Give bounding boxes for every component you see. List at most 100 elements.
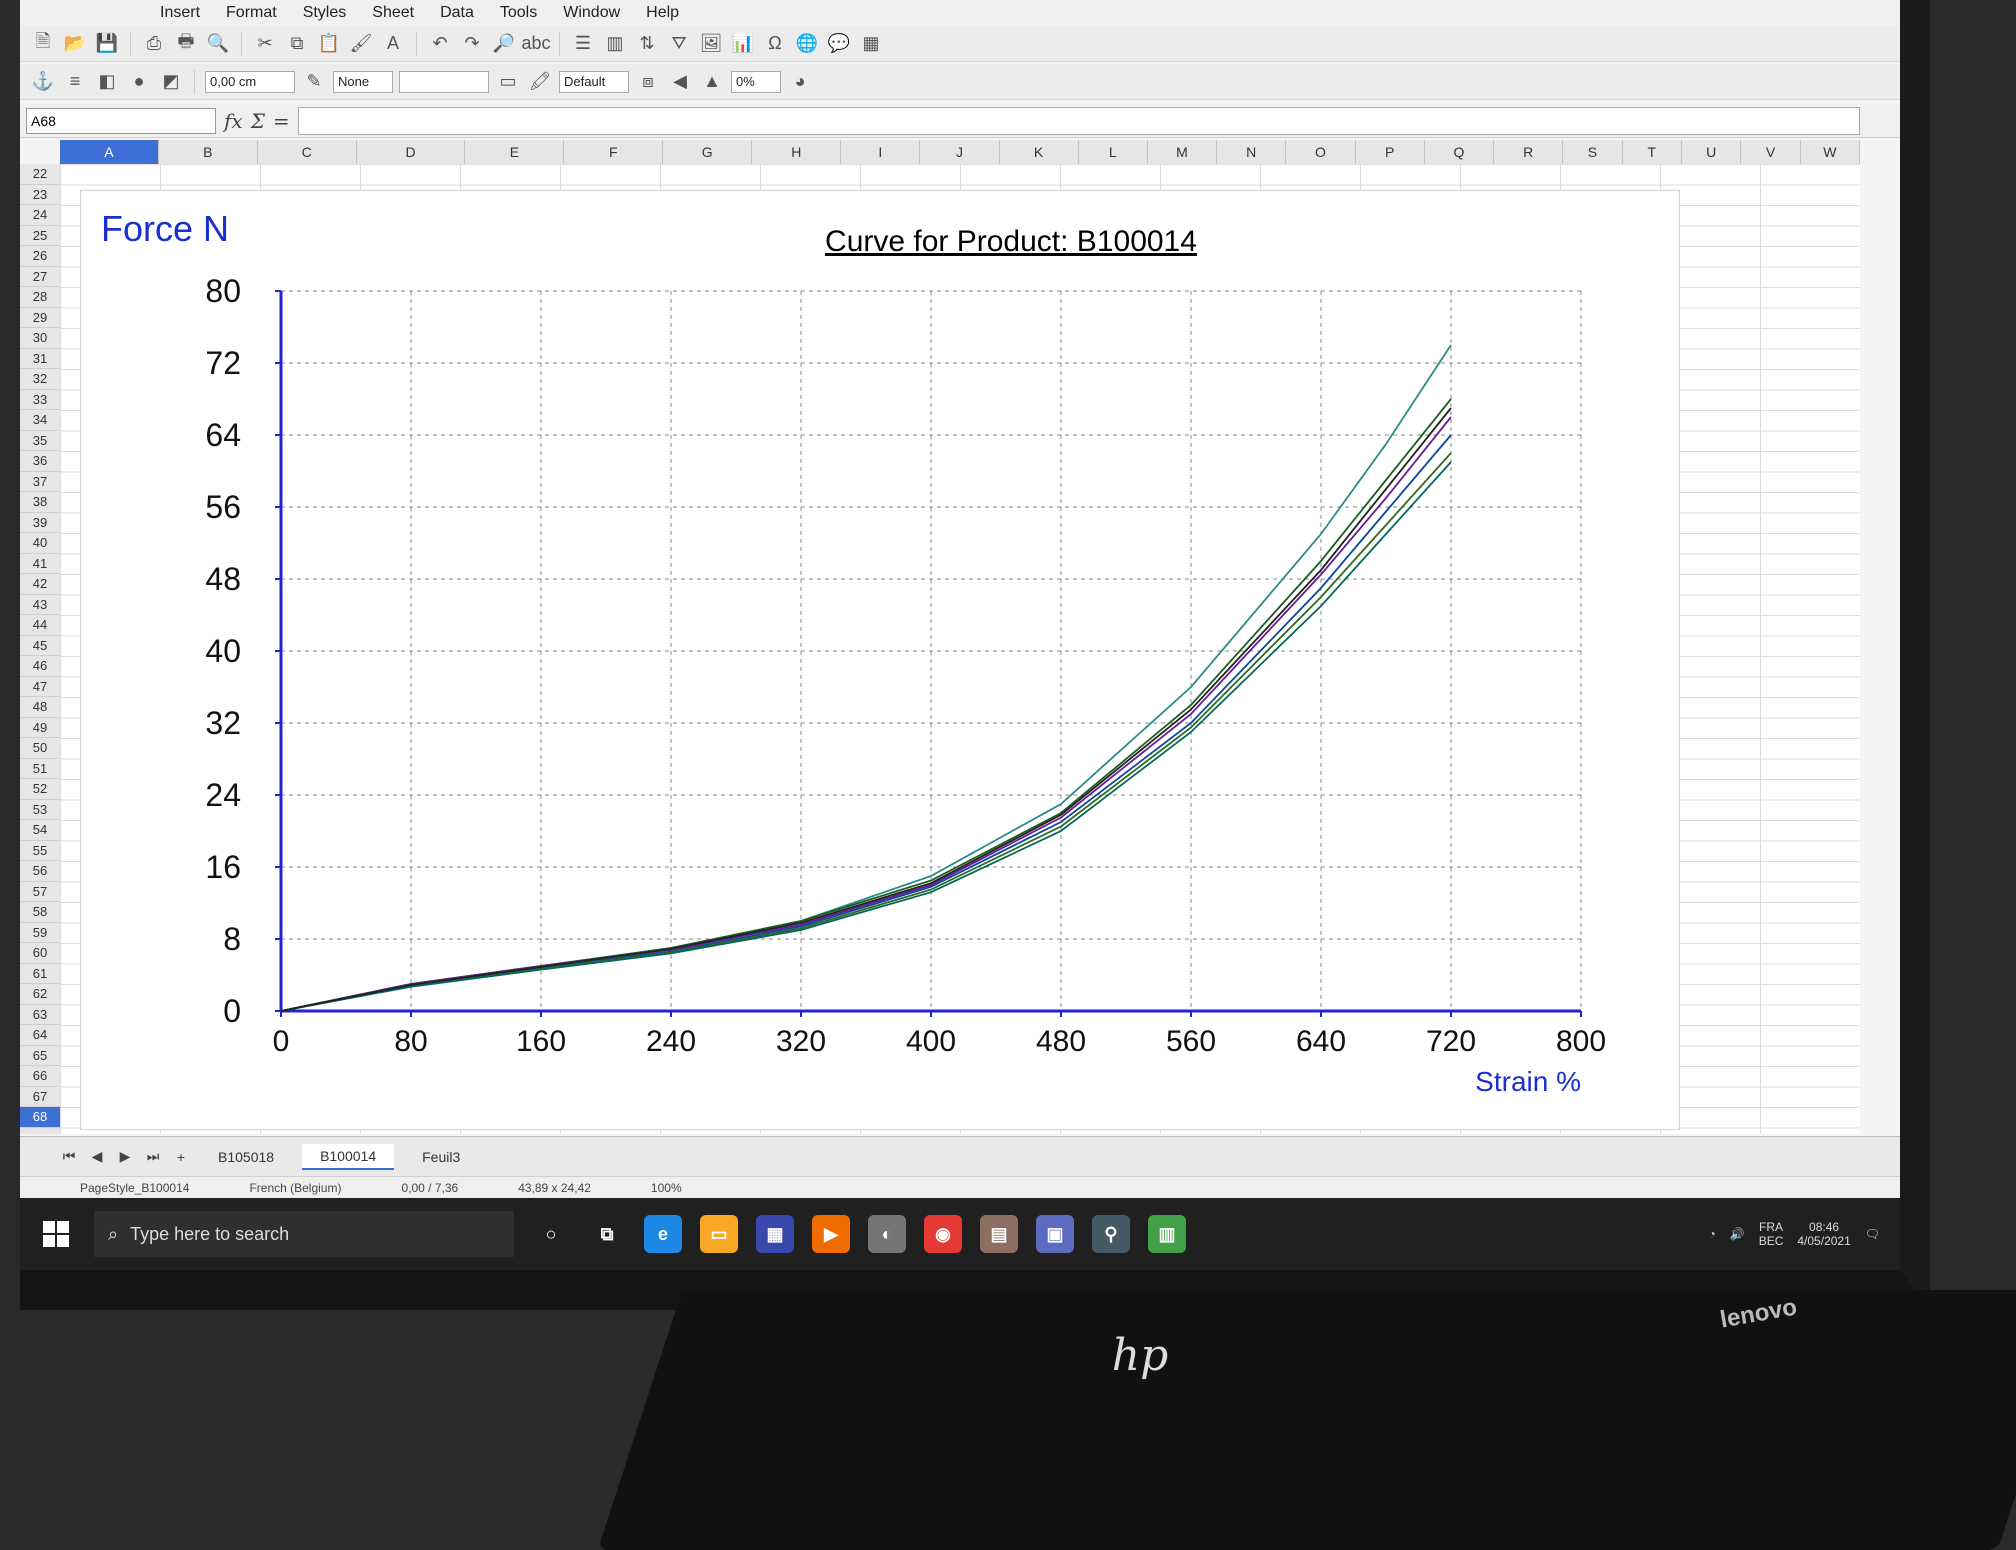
row-header-68[interactable]: 68 bbox=[20, 1107, 60, 1128]
language-indicator[interactable]: FRA BEC bbox=[1759, 1220, 1784, 1248]
row-header-56[interactable]: 56 bbox=[20, 861, 60, 882]
row-header-52[interactable]: 52 bbox=[20, 779, 60, 800]
row-header-43[interactable]: 43 bbox=[20, 595, 60, 615]
task-view-icon[interactable]: ⧉ bbox=[588, 1215, 626, 1253]
row-header-25[interactable]: 25 bbox=[20, 226, 60, 246]
insert-chart-icon[interactable]: 📊 bbox=[730, 32, 756, 56]
row-header-57[interactable]: 57 bbox=[20, 882, 60, 902]
column-header-m[interactable]: M bbox=[1148, 140, 1218, 164]
taskbar-search[interactable]: ⌕ Type here to search bbox=[94, 1211, 514, 1257]
column-header-l[interactable]: L bbox=[1079, 140, 1148, 164]
column-header-v[interactable]: V bbox=[1741, 140, 1801, 164]
clear-formatting-icon[interactable]: A bbox=[380, 32, 406, 56]
name-box[interactable]: A68 bbox=[26, 107, 216, 134]
paint-icon[interactable]: 🖍 bbox=[527, 70, 553, 94]
volume-icon[interactable]: 🔊 bbox=[1730, 1227, 1745, 1241]
row-header-62[interactable]: 62 bbox=[20, 984, 60, 1005]
last-sheet-icon[interactable]: ⏭ bbox=[144, 1148, 162, 1165]
store-icon[interactable]: ▦ bbox=[756, 1215, 794, 1253]
shadow-icon[interactable]: ▭ bbox=[495, 70, 521, 94]
row-header-26[interactable]: 26 bbox=[20, 246, 60, 267]
row-header-29[interactable]: 29 bbox=[20, 308, 60, 328]
area-fill-select[interactable] bbox=[399, 70, 489, 93]
menu-item-data[interactable]: Data bbox=[440, 4, 474, 22]
undo-icon[interactable]: ↶ bbox=[427, 32, 453, 56]
column-header-r[interactable]: R bbox=[1494, 140, 1564, 164]
row-header-28[interactable]: 28 bbox=[20, 287, 60, 308]
row-header-44[interactable]: 44 bbox=[20, 615, 60, 636]
chart[interactable]: 0 80 160 240 320 400 480 560 640 720 800 0 8 16 24 32 40… bbox=[80, 190, 1680, 1130]
edge-icon[interactable]: e bbox=[644, 1215, 682, 1253]
language-status[interactable]: French (Belgium) bbox=[249, 1181, 341, 1195]
menu-item-tools[interactable]: Tools bbox=[500, 4, 537, 22]
column-header-b[interactable]: B bbox=[159, 140, 258, 164]
row-header-58[interactable]: 58 bbox=[20, 902, 60, 923]
column-header-u[interactable]: U bbox=[1682, 140, 1742, 164]
clock[interactable]: 08:46 4/05/2021 bbox=[1797, 1220, 1850, 1248]
row-header-65[interactable]: 65 bbox=[20, 1046, 60, 1066]
row-header-36[interactable]: 36 bbox=[20, 451, 60, 472]
column-header-d[interactable]: D bbox=[357, 140, 466, 164]
network-icon[interactable]: ◔ bbox=[1708, 1227, 1715, 1241]
column-header-s[interactable]: S bbox=[1563, 140, 1623, 164]
menu-item-help[interactable]: Help bbox=[646, 4, 679, 22]
border-style-select[interactable]: None bbox=[333, 70, 393, 93]
find-replace-icon[interactable]: 🔎 bbox=[491, 32, 517, 56]
print-icon[interactable]: 🖶 bbox=[173, 31, 199, 56]
column-header-f[interactable]: F bbox=[564, 140, 664, 164]
redo-icon[interactable]: ↷ bbox=[459, 32, 485, 56]
bring-front-icon[interactable]: ◧ bbox=[94, 70, 120, 94]
row-header-30[interactable]: 30 bbox=[20, 328, 60, 349]
formula-icon[interactable]: = bbox=[273, 109, 290, 133]
row-header-47[interactable]: 47 bbox=[20, 677, 60, 697]
row-header-41[interactable]: 41 bbox=[20, 554, 60, 574]
libreoffice-calc-icon[interactable]: ▥ bbox=[1148, 1215, 1186, 1253]
folder-app-icon[interactable]: ▤ bbox=[980, 1215, 1018, 1253]
row-header-53[interactable]: 53 bbox=[20, 800, 60, 820]
insert-image-icon[interactable]: 🖼 bbox=[698, 32, 724, 56]
menu-item-format[interactable]: Format bbox=[226, 4, 277, 22]
indent-field[interactable]: 0,00 cm bbox=[205, 70, 295, 93]
row-header-34[interactable]: 34 bbox=[20, 410, 60, 431]
hyperlink-icon[interactable]: 🌐 bbox=[794, 32, 820, 56]
wrap-icon[interactable]: ≡ bbox=[62, 70, 88, 94]
column-icon[interactable]: ▥ bbox=[602, 32, 628, 56]
transparency-field[interactable]: 0% bbox=[731, 70, 781, 93]
notification-icon[interactable]: 🗨 bbox=[1865, 1227, 1880, 1241]
print-preview-icon[interactable]: 🔍 bbox=[205, 32, 231, 56]
crop-icon[interactable]: ⧈ bbox=[635, 70, 661, 94]
app-icon[interactable]: ◐ bbox=[868, 1215, 906, 1253]
zoom-level[interactable]: 100% bbox=[651, 1181, 682, 1195]
special-character-icon[interactable]: Ω bbox=[762, 32, 788, 56]
row-header-66[interactable]: 66 bbox=[20, 1066, 60, 1087]
spelling-icon[interactable]: abc bbox=[521, 32, 550, 56]
column-header-q[interactable]: Q bbox=[1425, 140, 1495, 164]
windows-start-icon[interactable] bbox=[36, 1214, 76, 1254]
column-header-h[interactable]: H bbox=[752, 140, 842, 164]
flip-icon[interactable]: ◀ bbox=[667, 70, 693, 94]
remote-app-icon[interactable]: ▣ bbox=[1036, 1215, 1074, 1253]
row-header-54[interactable]: 54 bbox=[20, 820, 60, 841]
chrome-icon[interactable]: ◉ bbox=[924, 1215, 962, 1253]
column-header-o[interactable]: O bbox=[1286, 140, 1356, 164]
sort-ascending-icon[interactable]: ⇅ bbox=[634, 32, 660, 56]
column-header-i[interactable]: I bbox=[841, 140, 921, 164]
function-wizard-icon[interactable]: fx bbox=[224, 109, 243, 133]
cut-icon[interactable]: ✂ bbox=[252, 32, 278, 56]
maps-icon[interactable]: ⚲ bbox=[1092, 1215, 1130, 1253]
row-header-23[interactable]: 23 bbox=[20, 185, 60, 205]
row-header-50[interactable]: 50 bbox=[20, 738, 60, 759]
column-header-t[interactable]: T bbox=[1623, 140, 1682, 164]
column-header-k[interactable]: K bbox=[1000, 140, 1079, 164]
open-folder-icon[interactable]: 📂 bbox=[62, 32, 88, 56]
copy-icon[interactable]: ⧉ bbox=[284, 32, 310, 56]
row-header-35[interactable]: 35 bbox=[20, 431, 60, 451]
media-player-icon[interactable]: ▶ bbox=[812, 1215, 850, 1253]
row-header-67[interactable]: 67 bbox=[20, 1087, 60, 1107]
first-sheet-icon[interactable]: ⏮ bbox=[60, 1148, 78, 1165]
file-explorer-icon[interactable]: ▭ bbox=[700, 1215, 738, 1253]
sum-icon[interactable]: Σ bbox=[251, 109, 265, 133]
color-icon[interactable]: ◕ bbox=[787, 70, 813, 94]
transform-icon[interactable]: ▲ bbox=[699, 70, 725, 94]
row-header-60[interactable]: 60 bbox=[20, 943, 60, 964]
